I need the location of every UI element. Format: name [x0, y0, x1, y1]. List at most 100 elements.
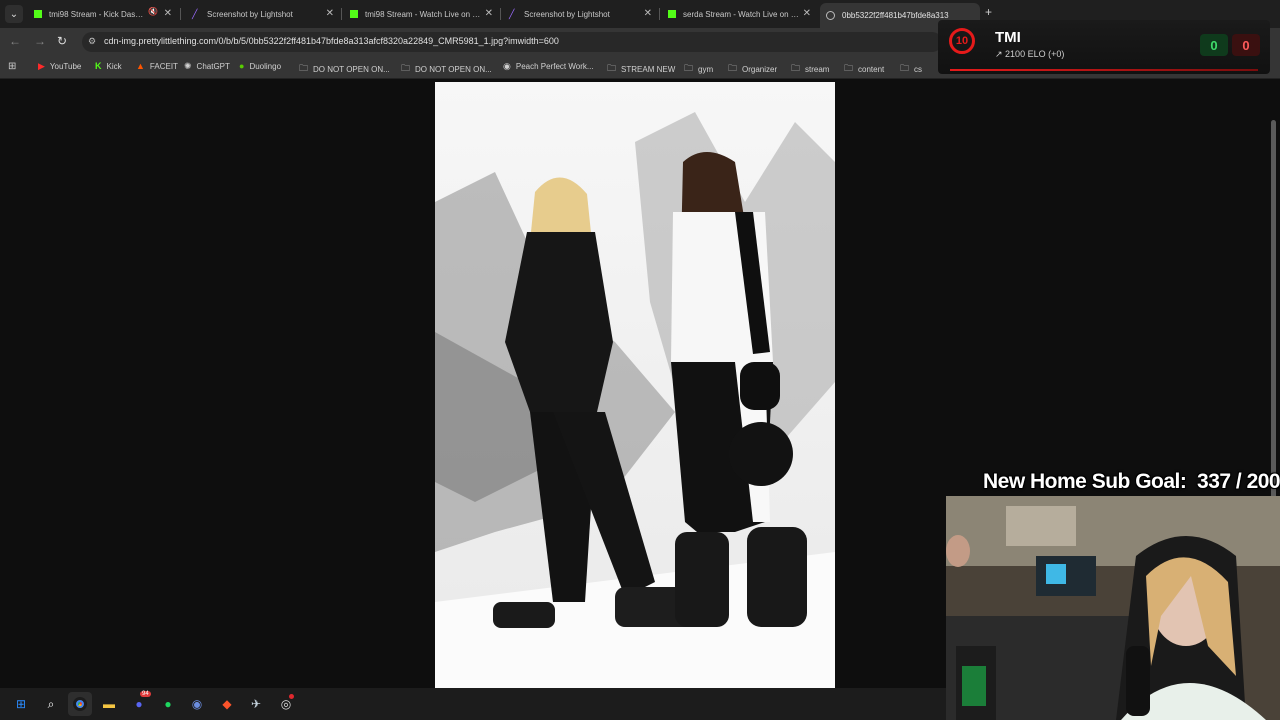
bookmark-folder[interactable]: 🗀 STREAM NEW: [607, 61, 675, 77]
notification-badge: 94: [140, 691, 151, 697]
windows-start-icon[interactable]: ⊞: [13, 696, 29, 712]
tab-lightshot-2[interactable]: ╱ Screenshot by Lightshot ✕: [503, 3, 658, 25]
bookmark-youtube[interactable]: ▶ YouTube: [38, 61, 81, 72]
chrome-icon[interactable]: [68, 692, 92, 716]
faceit-icon: ▲: [136, 61, 145, 71]
globe-icon: ◉: [503, 61, 511, 71]
spotify-icon[interactable]: ●: [160, 696, 176, 712]
tab-serda-stream[interactable]: serda Stream - Watch Live on Kick ✕: [662, 3, 817, 25]
chevron-down-icon: ⌄: [9, 8, 19, 20]
kick-icon: K: [95, 61, 102, 71]
kick-icon: [34, 10, 42, 18]
accent-bar: [950, 69, 1258, 71]
tab-kick-dashboard[interactable]: tmi98 Stream - Kick Dashboard 🔇 ✕: [28, 3, 178, 25]
bookmark-label: stream: [805, 64, 830, 74]
brave-icon[interactable]: ◆: [219, 696, 235, 712]
bookmark-folder[interactable]: 🗀 DO NOT OPEN ON...: [401, 61, 492, 77]
bookmark-kick[interactable]: K Kick: [95, 61, 122, 71]
kick-icon: [350, 10, 358, 18]
faceit-overlay: 10 TMI ↗ 2100 ELO (+0) 0 0: [938, 20, 1270, 74]
tab-title: 0bb5322f2ff481b47bfde8a313: [842, 11, 949, 20]
tab-search-button[interactable]: ⌄: [5, 5, 23, 23]
elo-text: ↗ 2100 ELO (+0): [995, 49, 1064, 60]
folder-icon: 🗀: [728, 63, 738, 73]
elo-value: 2100 ELO (+0): [1005, 49, 1065, 59]
faceit-level-badge: 10: [949, 28, 975, 54]
lightshot-icon: ╱: [192, 9, 198, 19]
sub-goal-text: New Home Sub Goal: 337 / 20000: [983, 470, 1280, 493]
obs-icon[interactable]: ◎: [278, 694, 294, 712]
bookmark-label: Kick: [106, 61, 122, 71]
globe-icon: [826, 11, 835, 20]
discord-icon[interactable]: ● 94: [131, 691, 151, 712]
address-bar[interactable]: ⚙ cdn-img.prettylittlething.com/0/b/b/5/…: [82, 32, 942, 52]
webcam-feed: [946, 496, 1280, 720]
webcam-illustration: [946, 496, 1280, 720]
bookmark-folder[interactable]: 🗀 stream: [791, 61, 829, 77]
bookmark-label: content: [858, 64, 885, 74]
bookmark-label: Organizer: [742, 64, 778, 74]
bookmark-folder[interactable]: 🗀 Organizer: [728, 61, 777, 77]
folder-icon: 🗀: [607, 63, 617, 73]
close-tab-icon[interactable]: ✕: [485, 8, 493, 19]
product-photo[interactable]: [435, 82, 835, 688]
steam-icon[interactable]: ✈: [248, 696, 264, 712]
losses-counter: 0: [1232, 34, 1260, 56]
kick-icon: [668, 10, 676, 18]
bookmark-label: DO NOT OPEN ON...: [313, 64, 390, 74]
player-name: TMI: [995, 29, 1021, 46]
tab-title: tmi98 Stream - Watch Live on Kick: [365, 9, 483, 19]
folder-icon: 🗀: [401, 63, 411, 73]
bookmark-label: YouTube: [49, 62, 82, 71]
site-info-icon[interactable]: ⚙: [88, 36, 96, 47]
chatgpt-icon: ✺: [184, 61, 192, 71]
new-tab-button[interactable]: +: [985, 5, 992, 19]
reload-button[interactable]: ↻: [57, 34, 67, 48]
tab-tmi98-stream[interactable]: tmi98 Stream - Watch Live on Kick ✕: [344, 3, 499, 25]
tab-title: tmi98 Stream - Kick Dashboard: [49, 9, 145, 19]
photo-illustration: [435, 82, 835, 688]
bookmark-label: DO NOT OPEN ON...: [415, 64, 492, 74]
close-tab-icon[interactable]: ✕: [803, 8, 811, 19]
folder-icon: 🗀: [791, 63, 801, 73]
bookmark-label: cs: [914, 64, 923, 74]
bookmark-folder[interactable]: 🗀 gym: [684, 61, 713, 77]
bookmark-label: FACEIT: [149, 61, 178, 71]
bookmark-label: STREAM NEW: [621, 64, 676, 74]
trend-icon: ↗: [995, 49, 1006, 59]
youtube-icon: ▶: [38, 61, 45, 71]
bookmark-peach[interactable]: ◉ Peach Perfect Work...: [503, 61, 594, 72]
bookmark-label: gym: [698, 64, 714, 74]
bookmark-folder[interactable]: 🗀 cs: [900, 61, 922, 77]
folder-icon: 🗀: [900, 63, 910, 73]
tab-title: serda Stream - Watch Live on Kick: [683, 9, 801, 19]
tab-title: Screenshot by Lightshot: [207, 9, 293, 19]
bookmark-chatgpt[interactable]: ✺ ChatGPT: [184, 61, 230, 72]
bookmark-duolingo[interactable]: ● Duolingo: [239, 61, 281, 71]
search-icon[interactable]: ⌕: [43, 696, 59, 712]
close-tab-icon[interactable]: ✕: [164, 8, 172, 19]
recording-dot: [289, 694, 294, 699]
bookmark-folder[interactable]: 🗀 DO NOT OPEN ON...: [299, 61, 390, 77]
wins-counter: 0: [1200, 34, 1228, 56]
tab-title: Screenshot by Lightshot: [524, 9, 610, 19]
forward-button[interactable]: →: [34, 34, 46, 48]
lightshot-icon: ╱: [509, 9, 515, 19]
apps-grid-icon[interactable]: ⊞: [8, 61, 16, 72]
close-tab-icon[interactable]: ✕: [326, 8, 334, 19]
bookmark-label: Peach Perfect Work...: [515, 62, 594, 71]
back-button[interactable]: ←: [9, 34, 21, 48]
bookmark-label: Duolingo: [249, 61, 282, 71]
app-icon[interactable]: ◉: [189, 696, 205, 712]
file-explorer-icon[interactable]: ▬: [101, 696, 117, 712]
url-text: cdn-img.prettylittlething.com/0/b/b/5/0b…: [104, 36, 559, 46]
muted-speaker-icon[interactable]: 🔇: [148, 7, 158, 16]
close-tab-icon[interactable]: ✕: [644, 8, 652, 19]
windows-taskbar: ⊞ ⌕ ▬ ● 94 ● ◉ ◆ ✈ ◎: [0, 688, 946, 720]
duolingo-icon: ●: [239, 61, 245, 71]
folder-icon: 🗀: [844, 63, 854, 73]
bookmark-faceit[interactable]: ▲ FACEIT: [136, 61, 178, 71]
folder-icon: 🗀: [299, 63, 309, 73]
tab-lightshot-1[interactable]: ╱ Screenshot by Lightshot ✕: [186, 3, 340, 25]
bookmark-folder[interactable]: 🗀 content: [844, 61, 884, 77]
